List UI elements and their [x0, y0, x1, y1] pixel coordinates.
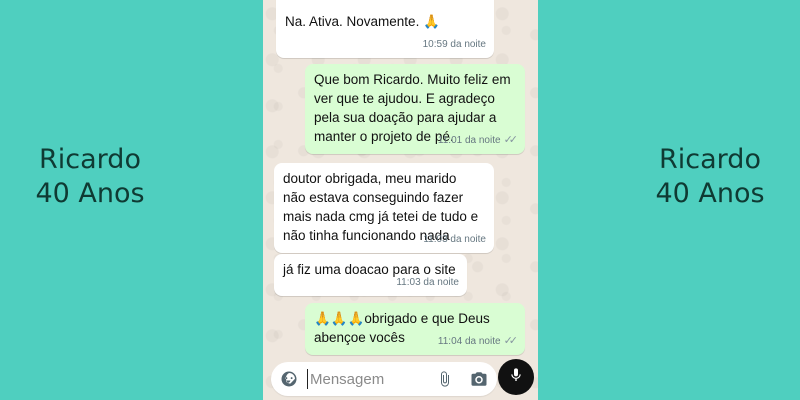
message-meta: 10:59 da noite [423, 35, 486, 54]
message-meta: 11:04 da noite ✓✓ [437, 332, 519, 351]
message-input[interactable] [307, 369, 429, 389]
sticker-icon[interactable] [279, 369, 299, 389]
caption-name: Ricardo [659, 144, 761, 175]
caption-age: 40 Anos [655, 178, 765, 209]
message-time: 11:04 da noite [437, 336, 501, 347]
camera-icon[interactable] [469, 369, 489, 389]
message-bubble[interactable]: 🙏🙏🙏obrigado e que Deus abençoe vocês 11:… [305, 303, 525, 355]
attach-icon[interactable] [435, 369, 455, 389]
message-bubble[interactable]: já fiz uma doacao para o site 11:03 da n… [274, 254, 467, 296]
message-time: 11:01 da noite [437, 135, 501, 146]
message-bubble[interactable]: doutor obrigada, meu marido não estava c… [274, 163, 494, 253]
message-text: Na. Ativa. Novamente. 🙏 [285, 14, 440, 29]
left-caption: Ricardo 40 Anos [0, 143, 180, 211]
message-composer [271, 362, 497, 396]
mic-button[interactable] [498, 359, 534, 395]
chat-screen: Na. Ativa. Novamente. 🙏 10:59 da noite Q… [263, 0, 538, 400]
right-caption: Ricardo 40 Anos [620, 143, 800, 211]
message-bubble[interactable]: Na. Ativa. Novamente. 🙏 10:59 da noite [276, 0, 494, 58]
caption-age: 40 Anos [35, 178, 145, 209]
message-time: 11:03 da noite [423, 234, 486, 245]
caption-name: Ricardo [39, 144, 141, 175]
message-time: 11:03 da noite [396, 277, 459, 288]
read-ticks-icon: ✓✓ [503, 134, 519, 146]
message-meta: 11:03 da noite [423, 230, 486, 249]
message-time: 10:59 da noite [422, 39, 486, 50]
read-ticks-icon: ✓✓ [503, 335, 519, 347]
message-meta: 11:03 da noite [396, 273, 459, 292]
message-meta: 11:01 da noite ✓✓ [437, 131, 519, 150]
message-bubble[interactable]: Que bom Ricardo. Muito feliz em ver que … [305, 64, 525, 154]
mic-icon [508, 366, 524, 389]
